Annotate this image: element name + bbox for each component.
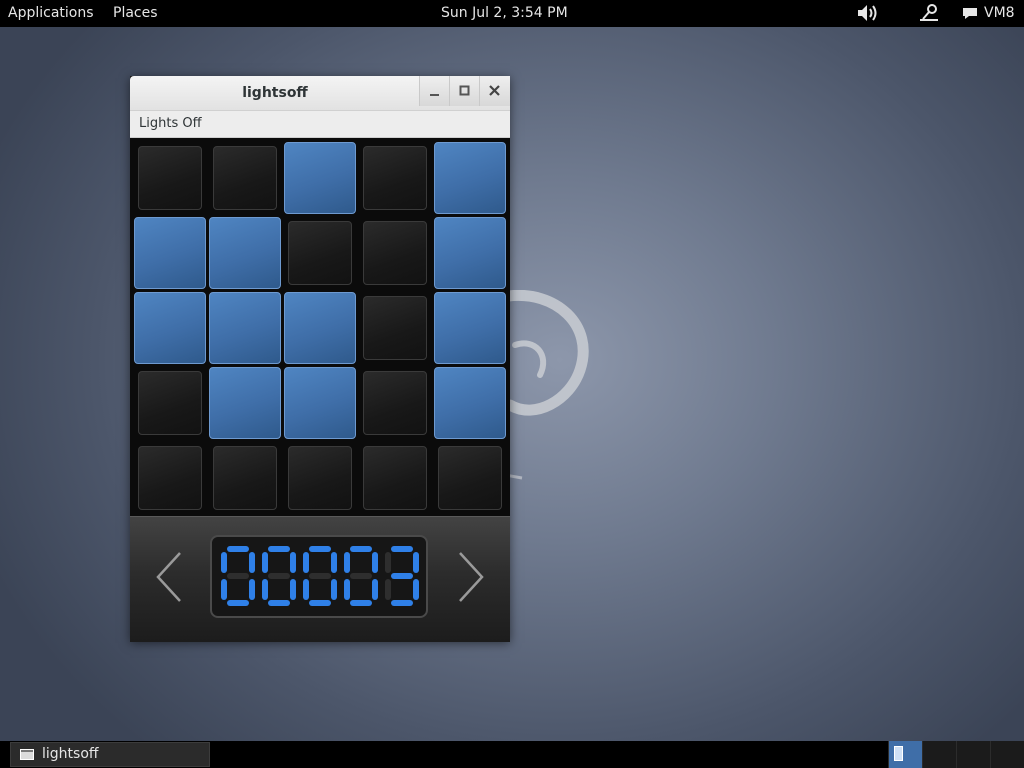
level-digit	[262, 546, 296, 606]
maximize-icon	[459, 85, 470, 96]
light-r5-c2[interactable]	[213, 446, 277, 510]
light-r5-c1[interactable]	[138, 446, 202, 510]
places-menu[interactable]: Places	[113, 5, 158, 21]
maximize-button[interactable]	[449, 76, 480, 106]
light-r5-c5[interactable]	[438, 446, 502, 510]
light-r3-c2[interactable]	[209, 292, 281, 364]
minimize-button[interactable]	[419, 76, 450, 106]
light-r3-c3[interactable]	[284, 292, 356, 364]
light-r5-c3[interactable]	[288, 446, 352, 510]
game-board	[130, 138, 510, 516]
light-r3-c5[interactable]	[434, 292, 506, 364]
light-r3-c1[interactable]	[134, 292, 206, 364]
top-panel: Applications Places Sun Jul 2, 3:54 PM V…	[0, 0, 1024, 27]
chat-icon[interactable]	[962, 7, 978, 20]
light-r1-c2[interactable]	[213, 146, 277, 210]
light-r5-c4[interactable]	[363, 446, 427, 510]
light-r1-c1[interactable]	[138, 146, 202, 210]
light-r4-c3[interactable]	[284, 367, 356, 439]
next-level-button[interactable]	[450, 549, 490, 605]
light-r4-c2[interactable]	[209, 367, 281, 439]
window-title: lightsoff	[242, 85, 308, 101]
level-digit	[221, 546, 255, 606]
light-r1-c5[interactable]	[434, 142, 506, 214]
level-digits-display	[221, 546, 419, 606]
workspace-window-thumb	[894, 746, 903, 761]
taskbar-item-label: lightsoff	[42, 746, 99, 762]
light-r4-c4[interactable]	[363, 371, 427, 435]
previous-level-button[interactable]	[152, 549, 192, 605]
minimize-icon	[430, 94, 439, 96]
volume-icon[interactable]	[856, 3, 880, 23]
level-digit	[344, 546, 378, 606]
light-r2-c5[interactable]	[434, 217, 506, 289]
light-r4-c5[interactable]	[434, 367, 506, 439]
bottom-panel: lightsoff	[0, 741, 1024, 768]
light-r1-c4[interactable]	[363, 146, 427, 210]
level-counter	[210, 535, 428, 618]
workspace-1[interactable]	[888, 741, 922, 768]
close-icon	[489, 85, 500, 96]
window-titlebar[interactable]: lightsoff	[130, 76, 510, 111]
user-menu[interactable]: VM8	[984, 5, 1015, 21]
lightsoff-window: lightsoff Lights Off	[130, 76, 510, 642]
workspace-3[interactable]	[956, 741, 990, 768]
user-status-icon[interactable]	[918, 3, 940, 23]
light-r1-c3[interactable]	[284, 142, 356, 214]
applications-menu[interactable]: Applications	[8, 5, 94, 21]
level-bar	[130, 516, 510, 642]
workspace-2[interactable]	[922, 741, 956, 768]
workspace-4[interactable]	[990, 741, 1024, 768]
level-digit	[385, 546, 419, 606]
light-r3-c4[interactable]	[363, 296, 427, 360]
level-digit	[303, 546, 337, 606]
light-r2-c2[interactable]	[209, 217, 281, 289]
light-r2-c3[interactable]	[288, 221, 352, 285]
clock[interactable]: Sun Jul 2, 3:54 PM	[441, 5, 568, 21]
light-r2-c4[interactable]	[363, 221, 427, 285]
window-icon	[20, 749, 34, 760]
taskbar-item-lightsoff[interactable]: lightsoff	[10, 742, 210, 767]
debian-logo	[502, 290, 589, 480]
close-button[interactable]	[479, 76, 510, 106]
light-r4-c1[interactable]	[138, 371, 202, 435]
menubar: Lights Off	[130, 111, 510, 138]
menu-lights-off[interactable]: Lights Off	[139, 116, 202, 131]
light-r2-c1[interactable]	[134, 217, 206, 289]
